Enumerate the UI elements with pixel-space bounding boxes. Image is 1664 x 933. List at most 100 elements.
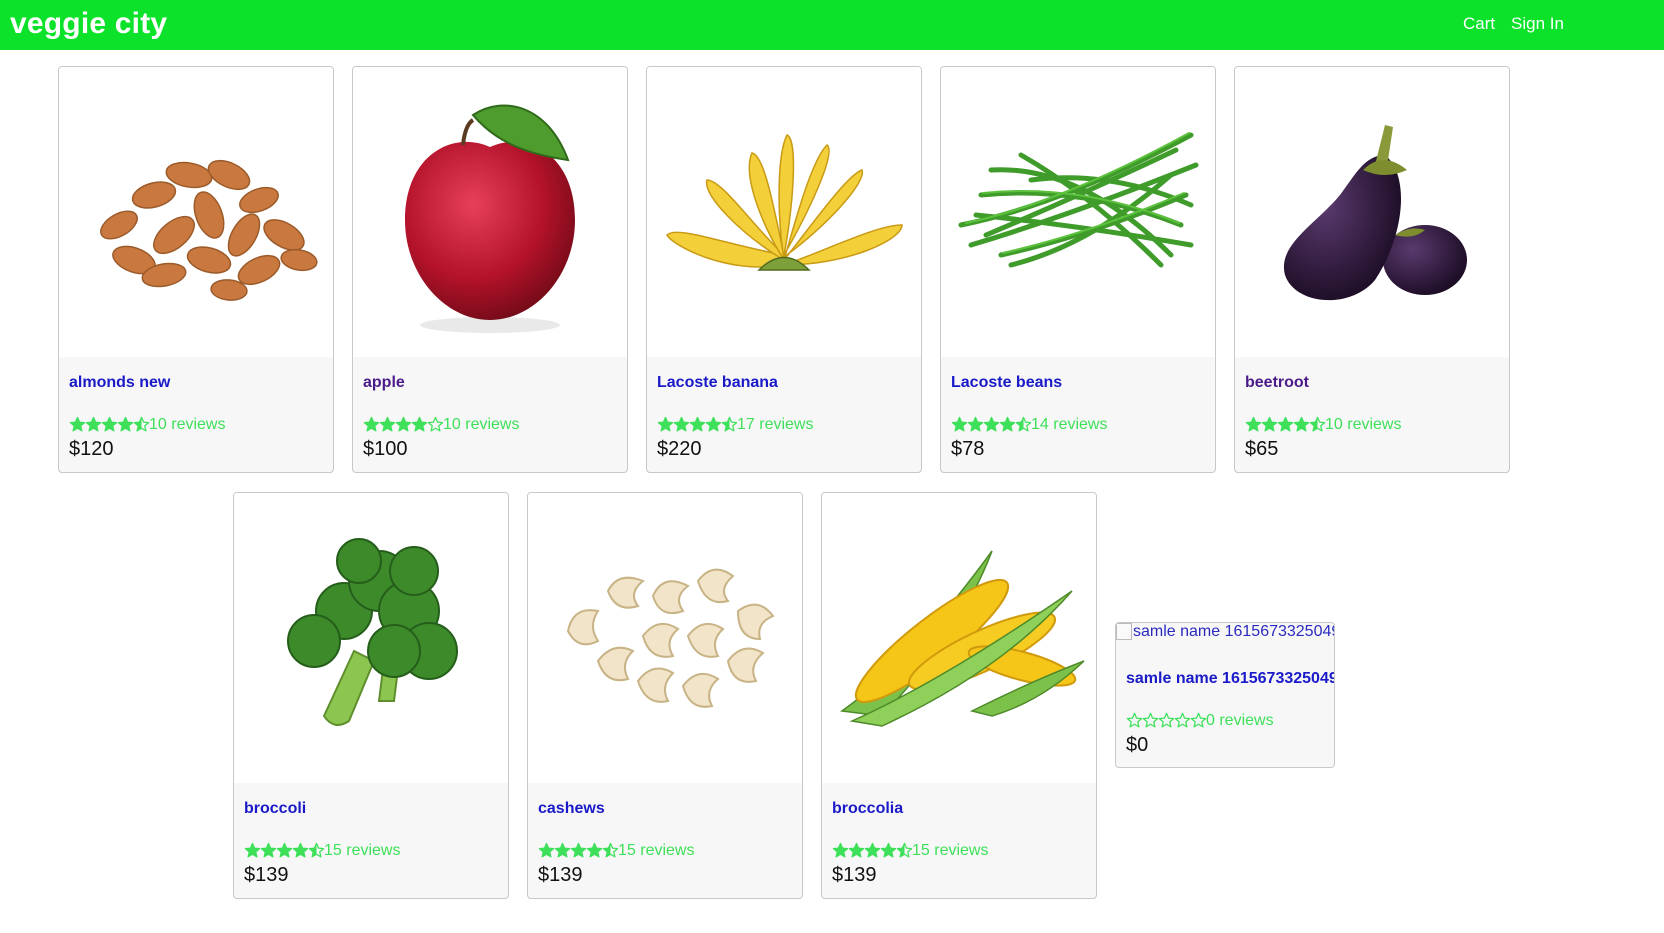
review-count: 10 reviews — [149, 416, 226, 433]
star-empty-icon — [1174, 713, 1191, 728]
product-card[interactable]: almonds new 10 reviews $120 — [58, 66, 334, 473]
broken-image-placeholder[interactable]: samle name 1615673325049 — [1116, 623, 1334, 645]
rating-stars-icon — [69, 416, 150, 434]
product-card[interactable]: Lacoste beans 14 reviews $78 — [940, 66, 1216, 473]
product-price: $220 — [657, 438, 702, 460]
star-full-icon — [689, 417, 706, 432]
product-name-link[interactable]: cashews — [538, 800, 792, 818]
rating-stars-icon — [951, 416, 1032, 434]
review-count: 17 reviews — [737, 416, 814, 433]
star-half-icon — [602, 843, 619, 858]
star-full-icon — [1261, 417, 1278, 432]
product-image-banana[interactable] — [647, 67, 921, 357]
star-full-icon — [1293, 417, 1310, 432]
product-info: cashews 15 reviews $139 — [538, 800, 792, 887]
product-name-link[interactable]: almonds new — [69, 374, 323, 392]
product-image-apple[interactable] — [353, 67, 627, 357]
product-card[interactable]: cashews 15 reviews $139 — [527, 492, 803, 899]
broken-image-icon — [1116, 623, 1132, 641]
star-full-icon — [411, 417, 428, 432]
star-full-icon — [260, 843, 277, 858]
star-full-icon — [999, 417, 1016, 432]
product-rating: 10 reviews — [1245, 416, 1499, 436]
product-info: Lacoste beans 14 reviews $78 — [951, 374, 1205, 461]
product-rating: 10 reviews — [69, 416, 323, 436]
star-full-icon — [379, 417, 396, 432]
product-image-almonds[interactable] — [59, 67, 333, 357]
product-price: $120 — [69, 438, 114, 460]
star-empty-icon — [1158, 713, 1175, 728]
star-full-icon — [705, 417, 722, 432]
star-full-icon — [85, 417, 102, 432]
product-image-broccoli[interactable] — [234, 493, 508, 783]
star-full-icon — [395, 417, 412, 432]
product-price: $139 — [538, 864, 583, 886]
product-name-link[interactable]: apple — [363, 374, 617, 392]
product-card[interactable]: apple 10 reviews $100 — [352, 66, 628, 473]
product-info: almonds new 10 reviews $120 — [69, 374, 323, 461]
star-full-icon — [69, 417, 86, 432]
star-full-icon — [864, 843, 881, 858]
product-image-eggplant[interactable] — [1235, 67, 1509, 357]
product-name-link[interactable]: beetroot — [1245, 374, 1499, 392]
product-name-link[interactable]: broccolia — [832, 800, 1086, 818]
product-price: $100 — [363, 438, 408, 460]
product-rating: 15 reviews — [832, 842, 1086, 862]
star-empty-icon — [1190, 713, 1207, 728]
product-card[interactable]: beetroot 10 reviews $65 — [1234, 66, 1510, 473]
product-info: Lacoste banana 17 reviews $220 — [657, 374, 911, 461]
product-rating: 10 reviews — [363, 416, 617, 436]
product-card[interactable]: Lacoste banana 17 reviews $220 — [646, 66, 922, 473]
product-card[interactable]: broccolia 15 reviews $139 — [821, 492, 1097, 899]
review-count: 15 reviews — [912, 842, 989, 859]
review-count: 15 reviews — [324, 842, 401, 859]
star-full-icon — [848, 843, 865, 858]
product-card[interactable]: broccoli 15 reviews $139 — [233, 492, 509, 899]
review-count: 10 reviews — [1325, 416, 1402, 433]
rating-stars-icon — [538, 842, 619, 860]
star-full-icon — [101, 417, 118, 432]
product-card[interactable]: samle name 1615673325049 samle name 1615… — [1115, 622, 1335, 768]
star-empty-icon — [427, 417, 444, 432]
star-half-icon — [721, 417, 738, 432]
rating-stars-icon — [832, 842, 913, 860]
product-name-link[interactable]: Lacoste banana — [657, 374, 911, 392]
star-full-icon — [538, 843, 555, 858]
star-half-icon — [133, 417, 150, 432]
product-grid: almonds new 10 reviews $120 apple 10 rev… — [0, 0, 1664, 933]
product-price: $65 — [1245, 438, 1279, 460]
star-full-icon — [554, 843, 571, 858]
product-image-beans[interactable] — [941, 67, 1215, 357]
product-info: broccoli 15 reviews $139 — [244, 800, 498, 887]
product-price: $139 — [244, 864, 289, 886]
star-empty-icon — [1142, 713, 1159, 728]
product-price: $139 — [832, 864, 877, 886]
product-rating: 15 reviews — [538, 842, 792, 862]
star-full-icon — [673, 417, 690, 432]
star-full-icon — [657, 417, 674, 432]
star-full-icon — [1245, 417, 1262, 432]
product-rating: 15 reviews — [244, 842, 498, 862]
star-half-icon — [1309, 417, 1326, 432]
review-count: 15 reviews — [618, 842, 695, 859]
star-half-icon — [1015, 417, 1032, 432]
product-info: broccolia 15 reviews $139 — [832, 800, 1086, 887]
star-empty-icon — [1126, 713, 1143, 728]
product-image-corn[interactable] — [822, 493, 1096, 783]
review-count: 10 reviews — [443, 416, 520, 433]
rating-stars-icon — [244, 842, 325, 860]
star-full-icon — [967, 417, 984, 432]
product-price: $0 — [1126, 734, 1149, 756]
product-rating: 14 reviews — [951, 416, 1205, 436]
rating-stars-icon — [1245, 416, 1326, 434]
star-full-icon — [276, 843, 293, 858]
product-info: apple 10 reviews $100 — [363, 374, 617, 461]
product-image-cashews[interactable] — [528, 493, 802, 783]
rating-stars-icon — [363, 416, 444, 434]
star-full-icon — [951, 417, 968, 432]
star-full-icon — [363, 417, 380, 432]
product-name-link[interactable]: Lacoste beans — [951, 374, 1205, 392]
product-name-link[interactable]: samle name 1615673325049 — [1126, 670, 1334, 688]
product-name-link[interactable]: broccoli — [244, 800, 498, 818]
star-full-icon — [983, 417, 1000, 432]
